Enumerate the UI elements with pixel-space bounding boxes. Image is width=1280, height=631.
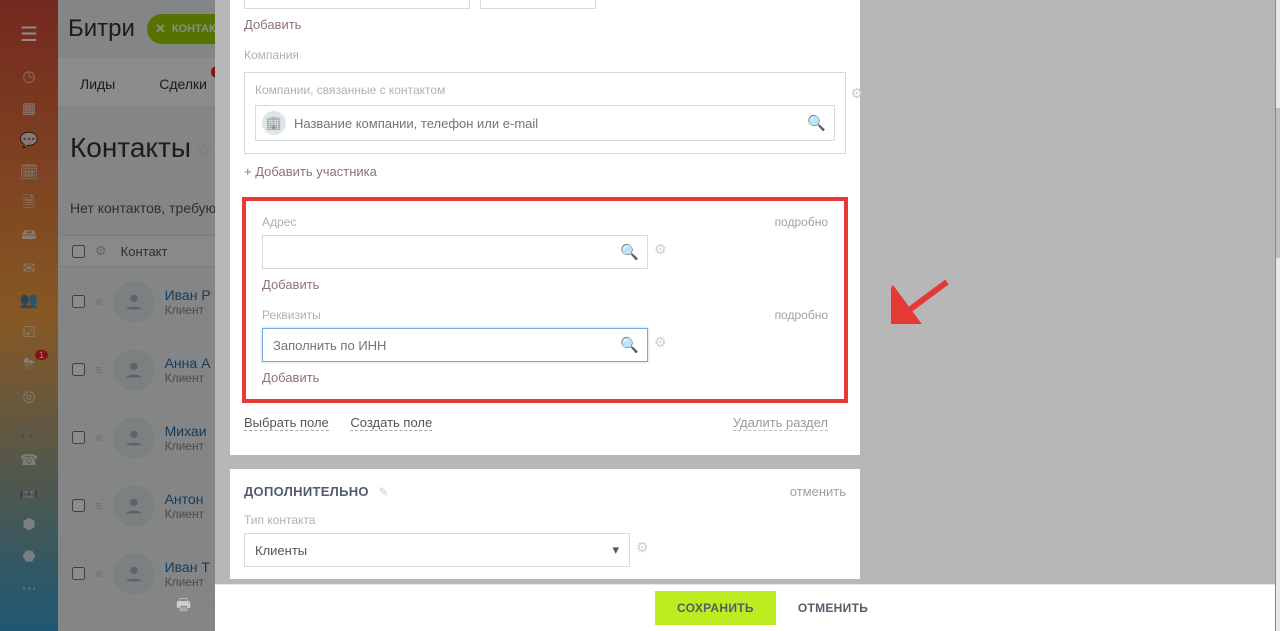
details-link[interactable]: подробно	[775, 215, 828, 229]
requisites-field[interactable]	[263, 338, 612, 353]
add-link[interactable]: Добавить	[262, 277, 319, 292]
messenger-select[interactable]: ВКонтакте▾	[480, 0, 596, 9]
scrollbar[interactable]	[1276, 0, 1280, 631]
slide-panel: Корпоратив▾ × ⚙ Добавить Мессенджер ВКон…	[215, 0, 1275, 631]
address-label: Адрес подробно	[262, 215, 828, 229]
company-hint: Компании, связанные с контактом	[255, 83, 835, 97]
address-field[interactable]	[263, 245, 612, 260]
company-box: Компании, связанные с контактом 🏢 🔍 ⚙	[244, 72, 846, 154]
gear-icon[interactable]: ⚙	[654, 241, 667, 258]
details-link[interactable]: подробно	[775, 308, 828, 322]
gear-icon[interactable]: ⚙	[625, 0, 638, 1]
additional-section: ДОПОЛНИТЕЛЬНО ✎ отменить Тип контакта Кл…	[230, 455, 860, 567]
save-button[interactable]: СОХРАНИТЬ	[655, 591, 776, 625]
delete-section-link[interactable]: Удалить раздел	[733, 415, 828, 431]
remove-icon[interactable]: ×	[606, 0, 615, 1]
scrollbar-thumb[interactable]	[1276, 108, 1280, 258]
section-title: ДОПОЛНИТЕЛЬНО	[244, 484, 369, 499]
company-search-input[interactable]: 🏢 🔍	[255, 105, 835, 141]
section-footer-links: Выбрать поле Создать поле Удалить раздел	[230, 415, 860, 441]
select-field-link[interactable]: Выбрать поле	[244, 415, 329, 431]
gear-icon[interactable]: ⚙	[636, 539, 649, 556]
search-icon[interactable]: 🔍	[620, 336, 639, 354]
requisites-input[interactable]: 🔍	[262, 328, 648, 362]
type-label: Тип контакта	[244, 513, 846, 527]
add-link[interactable]: Добавить	[244, 17, 301, 32]
highlight-box: Адрес подробно 🔍 ⚙ Добавить Реквизиты по…	[242, 197, 848, 403]
pencil-icon[interactable]: ✎	[378, 485, 388, 499]
search-icon[interactable]: 🔍	[620, 243, 639, 261]
building-icon: 🏢	[262, 111, 286, 135]
cancel-button[interactable]: ОТМЕНИТЬ	[780, 591, 886, 625]
gear-icon[interactable]: ⚙	[850, 85, 863, 102]
form-card: Корпоратив▾ × ⚙ Добавить Мессенджер ВКон…	[230, 0, 860, 579]
arrow-annotation	[891, 278, 951, 324]
company-label: Компания	[244, 48, 846, 62]
contact-type-select[interactable]: Клиенты ▾	[244, 533, 630, 567]
add-participant-link[interactable]: + Добавить участника	[244, 164, 377, 179]
chevron-down-icon: ▾	[612, 542, 619, 558]
company-field[interactable]	[294, 116, 799, 131]
action-bar: СОХРАНИТЬ ОТМЕНИТЬ	[215, 585, 1275, 631]
add-link[interactable]: Добавить	[262, 370, 319, 385]
section-cancel-link[interactable]: отменить	[790, 484, 846, 499]
create-field-link[interactable]: Создать поле	[350, 415, 432, 431]
address-input[interactable]: 🔍	[262, 235, 648, 269]
messenger-input[interactable]	[244, 0, 470, 9]
gear-icon[interactable]: ⚙	[654, 334, 667, 351]
search-icon[interactable]: 🔍	[807, 114, 826, 132]
print-icon[interactable]: 🖶	[176, 594, 191, 621]
requisites-label: Реквизиты подробно	[262, 308, 828, 322]
